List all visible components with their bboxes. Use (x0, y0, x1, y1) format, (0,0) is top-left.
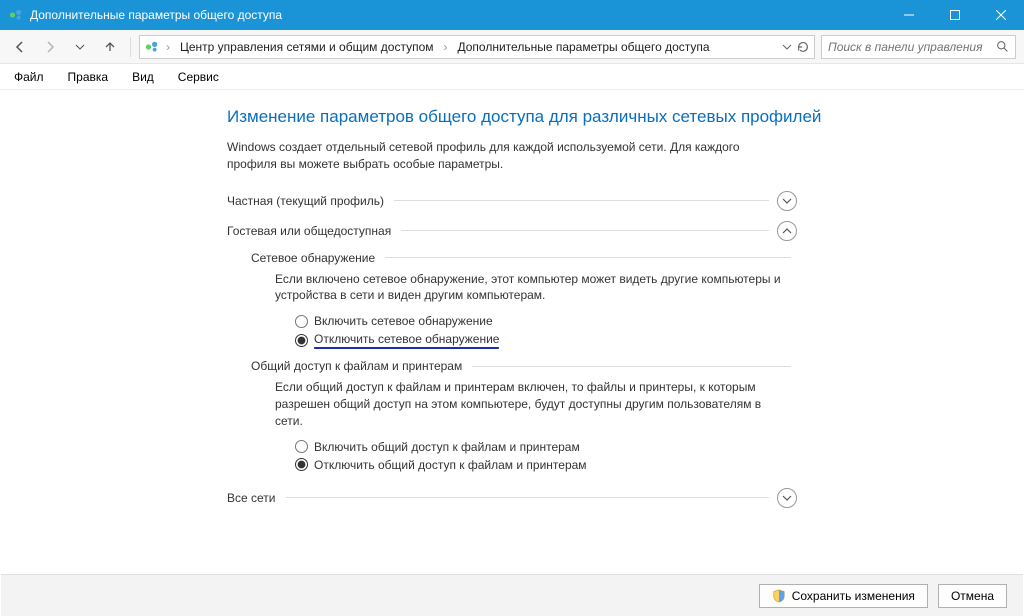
maximize-button[interactable] (932, 0, 978, 30)
menu-service[interactable]: Сервис (174, 67, 223, 87)
file-printer-sharing-title: Общий доступ к файлам и принтерам (251, 359, 472, 373)
window-title: Дополнительные параметры общего доступа (30, 8, 886, 22)
chevron-down-icon (777, 488, 797, 508)
recent-dropdown[interactable] (68, 35, 92, 59)
forward-button[interactable] (38, 35, 62, 59)
save-changes-button[interactable]: Сохранить изменения (759, 584, 928, 608)
chevron-up-icon (777, 221, 797, 241)
section-file-printer-sharing: Общий доступ к файлам и принтерам Если о… (251, 359, 791, 473)
chevron-right-icon: › (164, 40, 172, 54)
page-heading: Изменение параметров общего доступа для … (227, 107, 983, 127)
profile-all-networks[interactable]: Все сети (227, 488, 797, 508)
page-intro: Windows создает отдельный сетевой профил… (227, 139, 787, 173)
refresh-icon[interactable] (796, 40, 810, 54)
profile-private[interactable]: Частная (текущий профиль) (227, 191, 797, 211)
file-printer-sharing-desc: Если общий доступ к файлам и принтерам в… (275, 379, 791, 429)
window-titlebar: Дополнительные параметры общего доступа (0, 0, 1024, 30)
network-discovery-desc: Если включено сетевое обнаружение, этот … (275, 271, 791, 305)
network-icon (144, 39, 160, 55)
window-controls (886, 0, 1024, 30)
menu-bar: Файл Правка Вид Сервис (0, 64, 1024, 90)
back-button[interactable] (8, 35, 32, 59)
breadcrumb-item-advanced-sharing[interactable]: Дополнительные параметры общего доступа (454, 38, 714, 56)
profile-all-networks-label: Все сети (227, 491, 286, 505)
section-network-discovery: Сетевое обнаружение Если включено сетево… (251, 251, 791, 352)
content-pane: Изменение параметров общего доступа для … (1, 91, 1023, 574)
breadcrumb[interactable]: › Центр управления сетями и общим доступ… (139, 35, 815, 59)
close-button[interactable] (978, 0, 1024, 30)
radio-sharing-on[interactable]: Включить общий доступ к файлам и принтер… (295, 438, 791, 456)
up-button[interactable] (98, 35, 122, 59)
shield-icon (772, 589, 786, 603)
radio-sharing-off[interactable]: Отключить общий доступ к файлам и принте… (295, 456, 791, 474)
cancel-button[interactable]: Отмена (938, 584, 1007, 608)
radio-discovery-off[interactable]: Отключить сетевое обнаружение (295, 330, 791, 351)
chevron-right-icon: › (442, 40, 450, 54)
menu-file[interactable]: Файл (10, 67, 48, 87)
breadcrumb-item-network-center[interactable]: Центр управления сетями и общим доступом (176, 38, 438, 56)
radio-discovery-on[interactable]: Включить сетевое обнаружение (295, 312, 791, 330)
network-discovery-title: Сетевое обнаружение (251, 251, 385, 265)
minimize-button[interactable] (886, 0, 932, 30)
profile-guest-label: Гостевая или общедоступная (227, 224, 401, 238)
navigation-bar: › Центр управления сетями и общим доступ… (0, 30, 1024, 64)
profile-guest[interactable]: Гостевая или общедоступная (227, 221, 797, 241)
app-icon (8, 7, 24, 23)
menu-edit[interactable]: Правка (64, 67, 113, 87)
footer-bar: Сохранить изменения Отмена (1, 574, 1023, 616)
search-icon (996, 40, 1009, 53)
profile-private-label: Частная (текущий профиль) (227, 194, 394, 208)
search-field[interactable] (828, 40, 996, 54)
menu-view[interactable]: Вид (128, 67, 158, 87)
search-input[interactable] (821, 35, 1016, 59)
chevron-down-icon (777, 191, 797, 211)
breadcrumb-dropdown-icon[interactable] (782, 42, 792, 52)
